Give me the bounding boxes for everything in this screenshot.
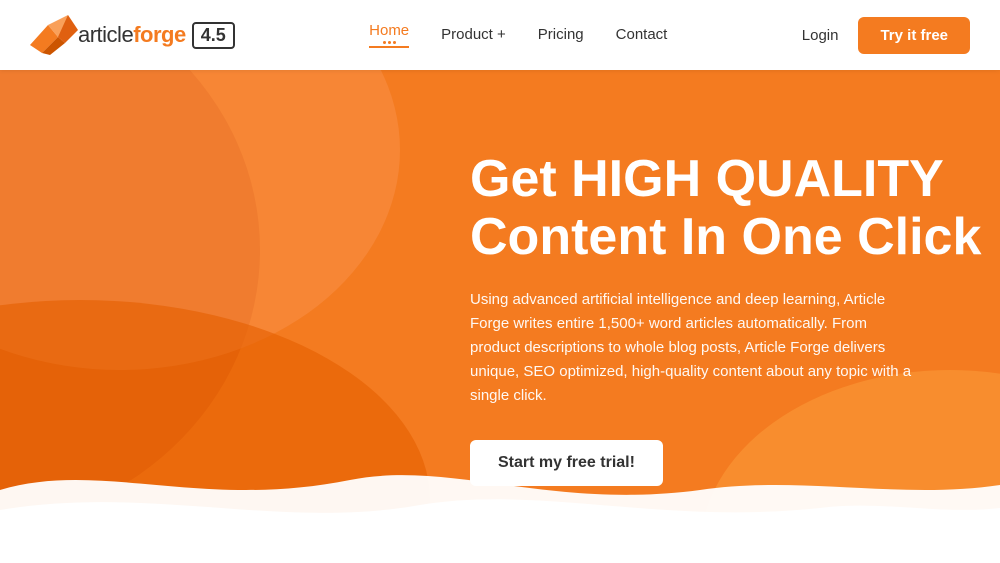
nav-link-pricing[interactable]: Pricing: [538, 26, 584, 43]
logo[interactable]: articleforge 4.5: [30, 15, 235, 55]
nav-right: Login Try it free: [802, 17, 970, 54]
logo-bird-icon: [30, 15, 78, 55]
nav-item-contact[interactable]: Contact: [616, 26, 668, 44]
navbar: articleforge 4.5 Home Product + Pricing …: [0, 0, 1000, 70]
nav-link-contact[interactable]: Contact: [616, 26, 668, 43]
hero-content: Get HIGH QUALITY Content In One Click Us…: [470, 70, 990, 486]
hero-section: Get HIGH QUALITY Content In One Click Us…: [0, 70, 1000, 563]
hero-title: Get HIGH QUALITY Content In One Click: [470, 150, 990, 266]
nav-link-product[interactable]: Product +: [441, 26, 506, 43]
logo-version: 4.5: [192, 22, 235, 49]
nav-item-pricing[interactable]: Pricing: [538, 26, 584, 44]
nav-link-home[interactable]: Home: [369, 22, 409, 48]
login-link[interactable]: Login: [802, 27, 839, 44]
nav-item-home[interactable]: Home: [369, 22, 409, 48]
nav-links: Home Product + Pricing Contact: [369, 22, 667, 48]
start-trial-button[interactable]: Start my free trial!: [470, 440, 663, 486]
nav-item-product[interactable]: Product +: [441, 26, 506, 44]
hero-subtitle: Using advanced artificial intelligence a…: [470, 288, 920, 408]
logo-text: articleforge: [78, 22, 186, 48]
try-it-free-button[interactable]: Try it free: [858, 17, 970, 54]
